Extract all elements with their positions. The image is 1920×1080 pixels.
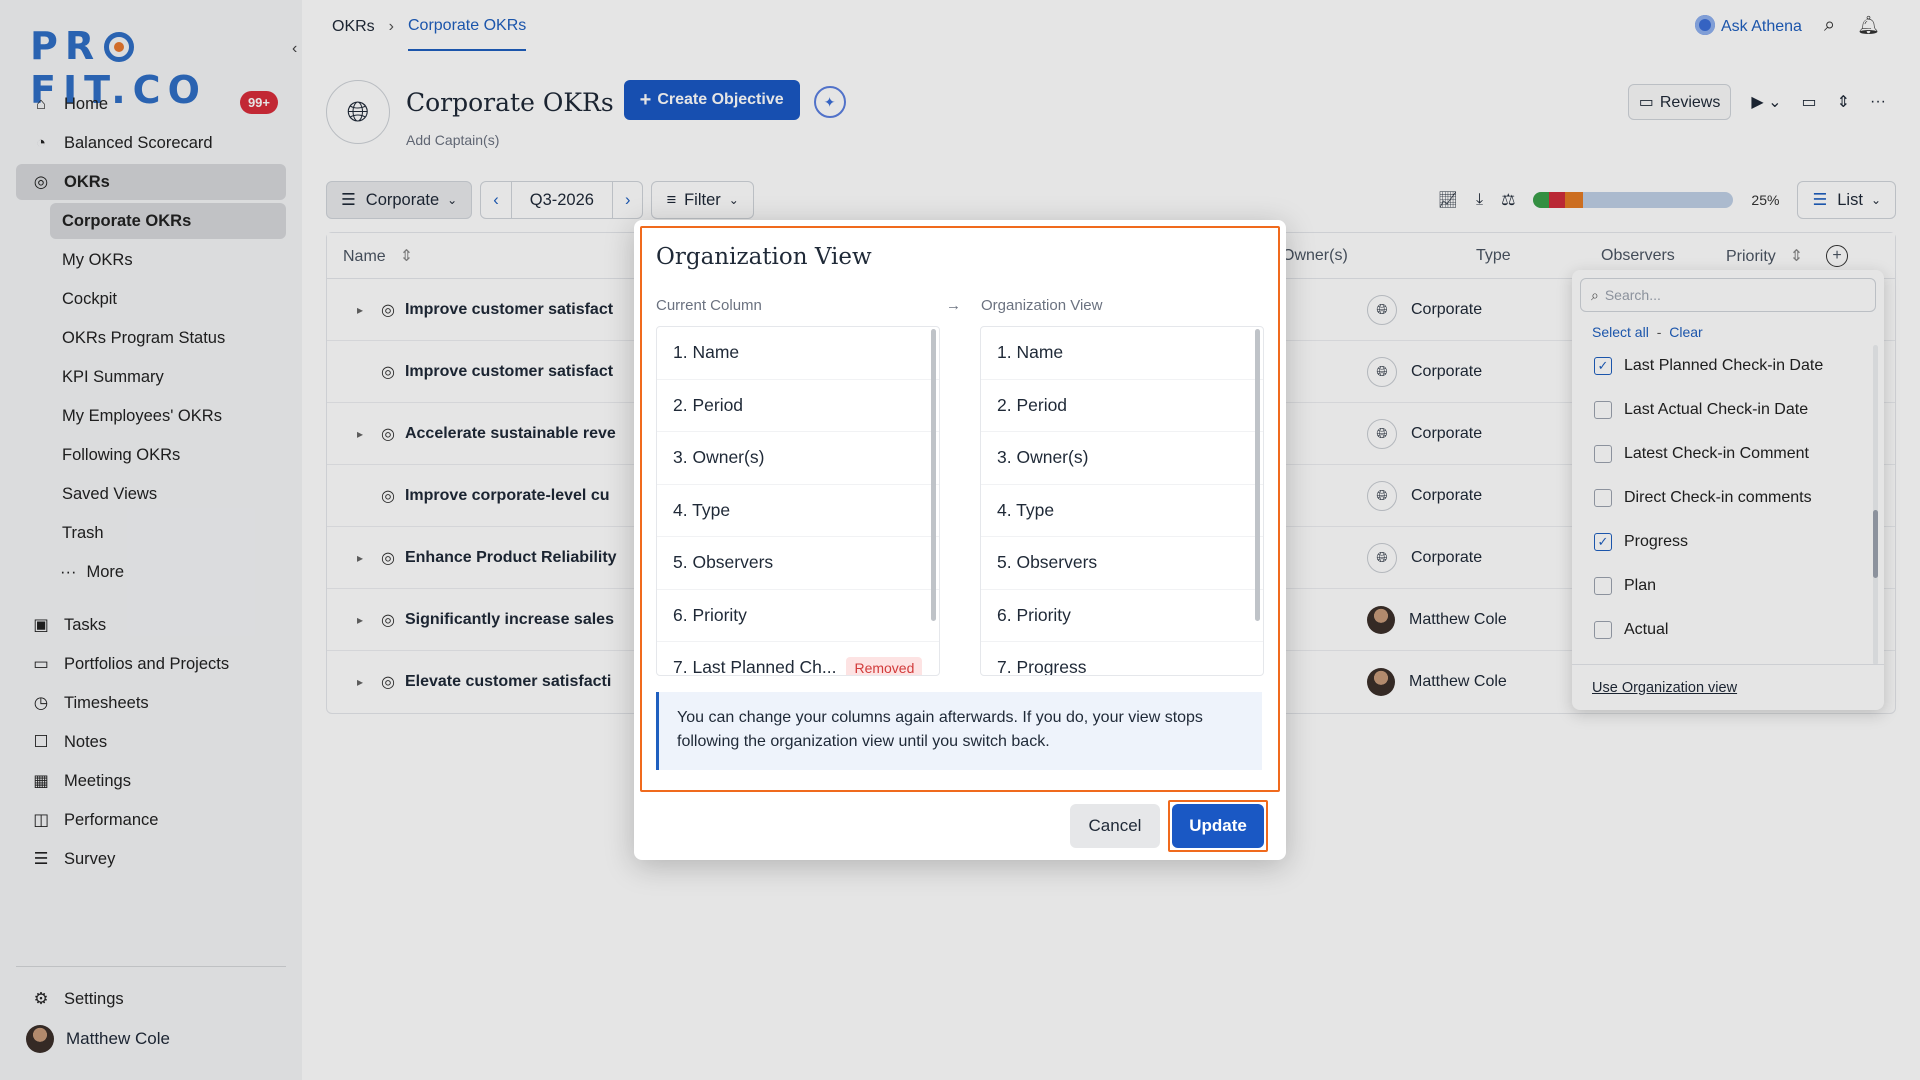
scrollbar[interactable] xyxy=(1255,329,1260,621)
list-item: 3. Owner(s) xyxy=(657,432,939,485)
dialog-title: Organization View xyxy=(656,244,872,270)
scrollbar[interactable] xyxy=(931,329,936,621)
organization-columns-list: 1. Name 2. Period 3. Owner(s) 4. Type 5.… xyxy=(980,326,1264,676)
list-item: 3. Owner(s) xyxy=(981,432,1263,485)
list-item: 1. Name xyxy=(657,327,939,380)
current-column-label: Current Column xyxy=(656,297,762,314)
list-item: 7. Last Planned Ch... Removed xyxy=(657,642,939,675)
cancel-button[interactable]: Cancel xyxy=(1070,804,1160,848)
list-item: 2. Period xyxy=(657,380,939,432)
arrow-right-icon: → xyxy=(946,297,961,314)
list-item: 5. Observers xyxy=(981,537,1263,590)
list-item: 2. Period xyxy=(981,380,1263,432)
list-item: 4. Type xyxy=(657,485,939,537)
organization-view-dialog: Organization View Current Column → Organ… xyxy=(634,220,1286,860)
update-button[interactable]: Update xyxy=(1172,804,1264,848)
list-item: 5. Observers xyxy=(657,537,939,590)
info-message: You can change your columns again afterw… xyxy=(656,692,1262,770)
list-item: 4. Type xyxy=(981,485,1263,537)
organization-view-label: Organization View xyxy=(981,297,1103,314)
list-item: 6. Priority xyxy=(657,590,939,642)
list-item: 7. Progress xyxy=(981,642,1263,675)
list-item: 1. Name xyxy=(981,327,1263,380)
current-columns-list: 1. Name 2. Period 3. Owner(s) 4. Type 5.… xyxy=(656,326,940,676)
list-item: 6. Priority xyxy=(981,590,1263,642)
removed-badge: Removed xyxy=(846,656,923,675)
